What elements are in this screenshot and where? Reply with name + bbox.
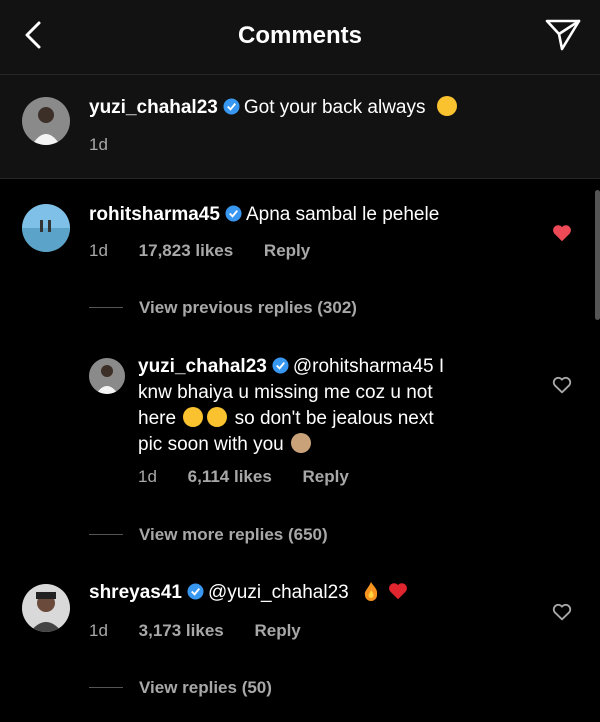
likes-count[interactable]: 3,173 likes [139,621,224,640]
likes-count[interactable]: 6,114 likes [188,467,272,486]
comment-text-line: @rohitsharma45 I [292,356,445,377]
comment-text-line: knw bhaiya u missing me coz u not [138,382,433,403]
rolling-laughing-emoji-icon [207,407,228,427]
heart-outline-icon[interactable] [551,601,573,623]
verified-badge-icon [187,583,204,600]
reply-button[interactable]: Reply [264,241,310,260]
verified-badge-icon [223,98,240,115]
comment-text-line: so don't be jealous next [234,408,434,429]
caption-section: yuzi_chahal23 Got your back always 1d [0,75,600,179]
scrollbar[interactable] [595,190,600,320]
verified-badge-icon [225,205,242,222]
comment-age: 1d [89,621,108,640]
comment-text: @yuzi_chahal23 [207,582,349,603]
avatar[interactable] [22,204,70,252]
comment-text: Apna sambal le pehele [245,204,440,225]
view-more-replies-button[interactable]: View more replies (650) [89,525,328,545]
see-no-evil-monkey-emoji-icon [291,433,312,453]
send-button[interactable] [544,16,582,54]
view-replies-button[interactable]: View replies (50) [89,678,272,698]
reply-button[interactable]: Reply [303,467,349,486]
hugging-face-emoji-icon [436,96,457,116]
heart-filled-icon[interactable] [551,222,573,244]
comment-text-line: pic soon with you [138,434,284,455]
fire-emoji-icon [364,582,378,601]
comment-username[interactable]: shreyas41 [89,582,182,603]
comment-age: 1d [89,135,108,154]
verified-badge-icon [272,357,289,374]
avatar[interactable] [22,97,70,145]
divider-line [89,307,123,308]
comment-text: Got your back always [243,97,426,118]
comment-username[interactable]: yuzi_chahal23 [89,97,218,118]
view-previous-replies-button[interactable]: View previous replies (302) [89,298,357,318]
comment-age: 1d [138,467,157,486]
header-bar: Comments [0,0,600,75]
user-silhouette-icon [89,358,125,394]
user-silhouette-icon [22,97,70,145]
reply-button[interactable]: Reply [254,621,300,640]
comment-username[interactable]: yuzi_chahal23 [138,356,267,377]
comment-username[interactable]: rohitsharma45 [89,204,220,225]
likes-count[interactable]: 17,823 likes [139,241,234,260]
user-silhouette-icon [22,584,70,632]
avatar[interactable] [22,584,70,632]
beach-photo-icon [22,204,70,252]
red-heart-emoji-icon [389,583,408,600]
avatar[interactable] [89,358,125,394]
divider-line [89,534,123,535]
tears-of-joy-emoji-icon [183,407,204,427]
comment-age: 1d [89,241,108,260]
paper-plane-icon [545,19,581,51]
heart-outline-icon[interactable] [551,374,573,396]
page-title: Comments [237,22,363,49]
divider-line [89,687,123,688]
comment-text-line: here [138,408,177,429]
